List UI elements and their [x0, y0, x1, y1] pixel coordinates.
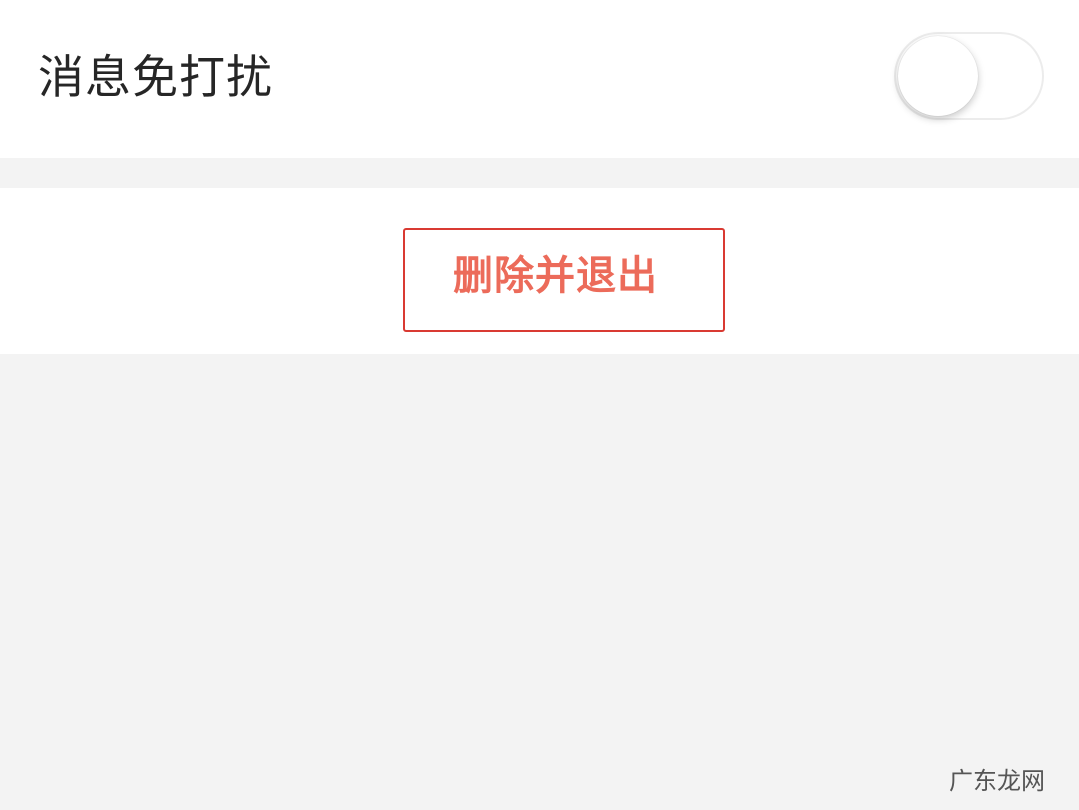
section-divider: [0, 158, 1079, 188]
watermark: 广东龙网: [949, 767, 1045, 795]
delete-and-exit-button[interactable]: 删除并退出: [403, 228, 725, 332]
delete-exit-row: 删除并退出: [0, 188, 1079, 354]
toggle-knob: [898, 36, 978, 116]
delete-and-exit-label: 删除并退出: [453, 253, 658, 299]
do-not-disturb-row: 消息免打扰: [0, 0, 1079, 158]
do-not-disturb-label: 消息免打扰: [38, 50, 273, 104]
do-not-disturb-toggle[interactable]: [894, 32, 1044, 120]
